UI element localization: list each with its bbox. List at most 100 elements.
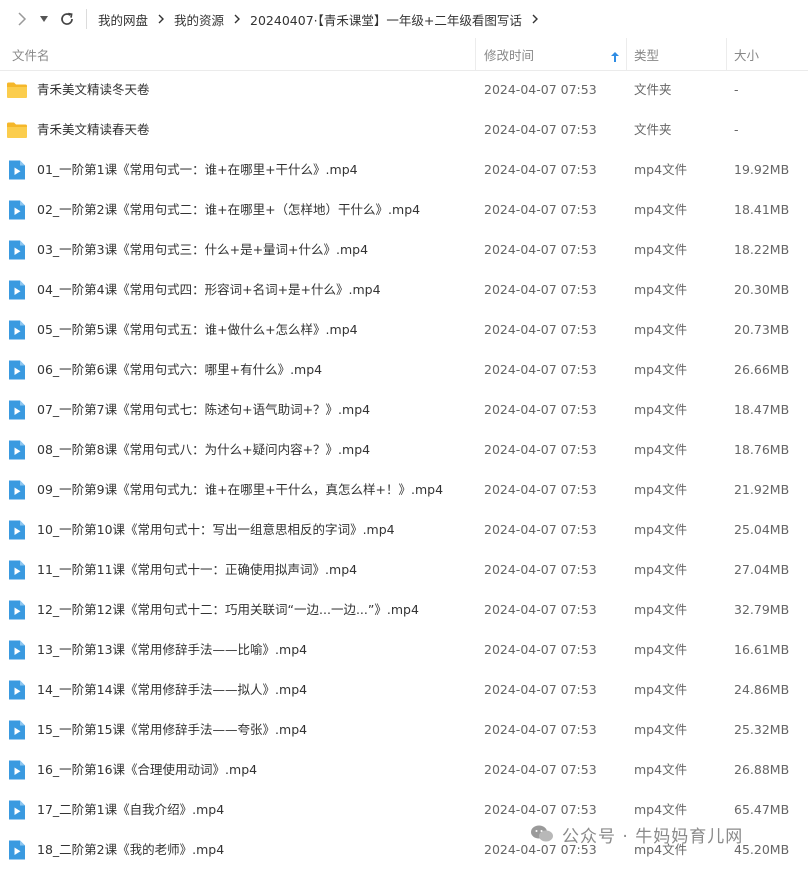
- file-modified-time: 2024-04-07 07:53: [484, 562, 597, 577]
- file-type: mp4文件: [634, 242, 688, 257]
- breadcrumb-item[interactable]: 我的资源: [174, 10, 224, 29]
- file-name: 17_二阶第1课《自我介绍》.mp4: [37, 802, 225, 817]
- column-header-name[interactable]: 文件名: [12, 38, 474, 70]
- file-name: 10_一阶第10课《常用句式十：写出一组意思相反的字词》.mp4: [37, 522, 395, 537]
- file-type: mp4文件: [634, 762, 688, 777]
- file-type: mp4文件: [634, 162, 688, 177]
- file-modified-time: 2024-04-07 07:53: [484, 282, 597, 297]
- breadcrumb-item[interactable]: 20240407·【青禾课堂】一年级+二年级看图写话: [250, 10, 522, 29]
- file-name: 14_一阶第14课《常用修辞手法——拟人》.mp4: [37, 682, 308, 697]
- sort-ascending-icon[interactable]: [610, 48, 620, 62]
- file-name: 03_一阶第3课《常用句式三：什么+是+量词+什么》.mp4: [37, 242, 369, 257]
- forward-icon[interactable]: [12, 6, 32, 32]
- file-size: -: [734, 122, 739, 137]
- file-row[interactable]: 03_一阶第3课《常用句式三：什么+是+量词+什么》.mp4 2024-04-07…: [0, 230, 808, 270]
- file-size: 18.41MB: [734, 202, 790, 217]
- file-row[interactable]: 18_二阶第2课《我的老师》.mp4 2024-04-07 07:53 mp4文件 4…: [0, 830, 808, 870]
- file-row[interactable]: 青禾美文精读冬天卷 2024-04-07 07:53 文件夹 -: [0, 70, 808, 110]
- file-type: mp4文件: [634, 482, 688, 497]
- file-type: mp4文件: [634, 642, 688, 657]
- file-type: mp4文件: [634, 802, 688, 817]
- file-row[interactable]: 15_一阶第15课《常用修辞手法——夸张》.mp4 2024-04-07 07:5…: [0, 710, 808, 750]
- file-modified-time: 2024-04-07 07:53: [484, 362, 597, 377]
- file-name: 05_一阶第5课《常用句式五：谁+做什么+怎么样》.mp4: [37, 322, 358, 337]
- file-modified-time: 2024-04-07 07:53: [484, 202, 597, 217]
- file-row[interactable]: 05_一阶第5课《常用句式五：谁+做什么+怎么样》.mp4 2024-04-07 …: [0, 310, 808, 350]
- file-row[interactable]: 01_一阶第1课《常用句式一：谁+在哪里+干什么》.mp4 2024-04-07 …: [0, 150, 808, 190]
- file-row[interactable]: 12_一阶第12课《常用句式十二：巧用关联词“一边...一边...”》.mp4 2…: [0, 590, 808, 630]
- file-type: 文件夹: [634, 82, 672, 97]
- file-row[interactable]: 10_一阶第10课《常用句式十：写出一组意思相反的字词》.mp4 2024-04-…: [0, 510, 808, 550]
- nav-divider: [86, 9, 87, 29]
- file-row[interactable]: 06_一阶第6课《常用句式六：哪里+有什么》.mp4 2024-04-07 07:…: [0, 350, 808, 390]
- file-name: 13_一阶第13课《常用修辞手法——比喻》.mp4: [37, 642, 308, 657]
- column-header-size[interactable]: 大小: [734, 38, 804, 70]
- column-divider[interactable]: [726, 38, 727, 70]
- file-name: 11_一阶第11课《常用句式十一：正确使用拟声词》.mp4: [37, 562, 358, 577]
- file-name: 15_一阶第15课《常用修辞手法——夸张》.mp4: [37, 722, 308, 737]
- file-size: 32.79MB: [734, 602, 790, 617]
- file-modified-time: 2024-04-07 07:53: [484, 322, 597, 337]
- video-file-icon: [6, 159, 28, 181]
- file-row[interactable]: 17_二阶第1课《自我介绍》.mp4 2024-04-07 07:53 mp4文件 6…: [0, 790, 808, 830]
- file-modified-time: 2024-04-07 07:53: [484, 122, 597, 137]
- refresh-icon[interactable]: [56, 6, 78, 32]
- chevron-right-icon[interactable]: [531, 13, 539, 25]
- file-size: 18.22MB: [734, 242, 790, 257]
- video-file-icon: [6, 519, 28, 541]
- file-type: mp4文件: [634, 682, 688, 697]
- file-size: 25.04MB: [734, 522, 790, 537]
- history-dropdown-icon[interactable]: [36, 6, 52, 32]
- file-size: 20.73MB: [734, 322, 790, 337]
- file-row[interactable]: 07_一阶第7课《常用句式七：陈述句+语气助词+？》.mp4 2024-04-07…: [0, 390, 808, 430]
- file-modified-time: 2024-04-07 07:53: [484, 442, 597, 457]
- file-name: 06_一阶第6课《常用句式六：哪里+有什么》.mp4: [37, 362, 323, 377]
- column-header-type[interactable]: 类型: [634, 38, 724, 70]
- file-row[interactable]: 11_一阶第11课《常用句式十一：正确使用拟声词》.mp4 2024-04-07 …: [0, 550, 808, 590]
- file-row[interactable]: 02_一阶第2课《常用句式二：谁+在哪里+（怎样地）干什么》.mp4 2024-0…: [0, 190, 808, 230]
- file-modified-time: 2024-04-07 07:53: [484, 802, 597, 817]
- file-row[interactable]: 16_一阶第16课《合理使用动词》.mp4 2024-04-07 07:53 mp4…: [0, 750, 808, 790]
- file-modified-time: 2024-04-07 07:53: [484, 162, 597, 177]
- file-type: mp4文件: [634, 602, 688, 617]
- video-file-icon: [6, 719, 28, 741]
- file-type: mp4文件: [634, 282, 688, 297]
- file-name: 04_一阶第4课《常用句式四：形容词+名词+是+什么》.mp4: [37, 282, 381, 297]
- file-list-header: 文件名 修改时间 类型 大小: [0, 38, 808, 71]
- chevron-right-icon: [157, 13, 165, 25]
- column-divider[interactable]: [475, 38, 476, 70]
- video-file-icon: [6, 239, 28, 261]
- video-file-icon: [6, 399, 28, 421]
- file-name: 01_一阶第1课《常用句式一：谁+在哪里+干什么》.mp4: [37, 162, 358, 177]
- file-row[interactable]: 14_一阶第14课《常用修辞手法——拟人》.mp4 2024-04-07 07:5…: [0, 670, 808, 710]
- file-size: -: [734, 82, 739, 97]
- file-modified-time: 2024-04-07 07:53: [484, 242, 597, 257]
- file-modified-time: 2024-04-07 07:53: [484, 682, 597, 697]
- file-size: 18.76MB: [734, 442, 790, 457]
- file-modified-time: 2024-04-07 07:53: [484, 82, 597, 97]
- file-size: 19.92MB: [734, 162, 790, 177]
- file-size: 18.47MB: [734, 402, 790, 417]
- file-type: mp4文件: [634, 402, 688, 417]
- video-file-icon: [6, 279, 28, 301]
- file-row[interactable]: 04_一阶第4课《常用句式四：形容词+名词+是+什么》.mp4 2024-04-0…: [0, 270, 808, 310]
- file-type: mp4文件: [634, 202, 688, 217]
- file-row[interactable]: 09_一阶第9课《常用句式九：谁+在哪里+干什么，真怎么样+！》.mp4 2024…: [0, 470, 808, 510]
- column-header-modified-time[interactable]: 修改时间: [484, 38, 624, 70]
- file-modified-time: 2024-04-07 07:53: [484, 602, 597, 617]
- file-type: mp4文件: [634, 722, 688, 737]
- column-divider[interactable]: [626, 38, 627, 70]
- file-row[interactable]: 08_一阶第8课《常用句式八：为什么+疑问内容+？》.mp4 2024-04-07…: [0, 430, 808, 470]
- breadcrumb-item[interactable]: 我的网盘: [98, 10, 148, 29]
- video-file-icon: [6, 479, 28, 501]
- file-row[interactable]: 青禾美文精读春天卷 2024-04-07 07:53 文件夹 -: [0, 110, 808, 150]
- file-name: 12_一阶第12课《常用句式十二：巧用关联词“一边...一边...”》.mp4: [37, 602, 419, 617]
- file-size: 45.20MB: [734, 842, 790, 857]
- file-type: mp4文件: [634, 842, 688, 857]
- breadcrumb: 我的网盘 我的资源 20240407·【青禾课堂】一年级+二年级看图写话: [98, 0, 548, 38]
- video-file-icon: [6, 359, 28, 381]
- video-file-icon: [6, 839, 28, 861]
- file-row[interactable]: 13_一阶第13课《常用修辞手法——比喻》.mp4 2024-04-07 07:5…: [0, 630, 808, 670]
- file-name: 09_一阶第9课《常用句式九：谁+在哪里+干什么，真怎么样+！》.mp4: [37, 482, 444, 497]
- file-type: mp4文件: [634, 322, 688, 337]
